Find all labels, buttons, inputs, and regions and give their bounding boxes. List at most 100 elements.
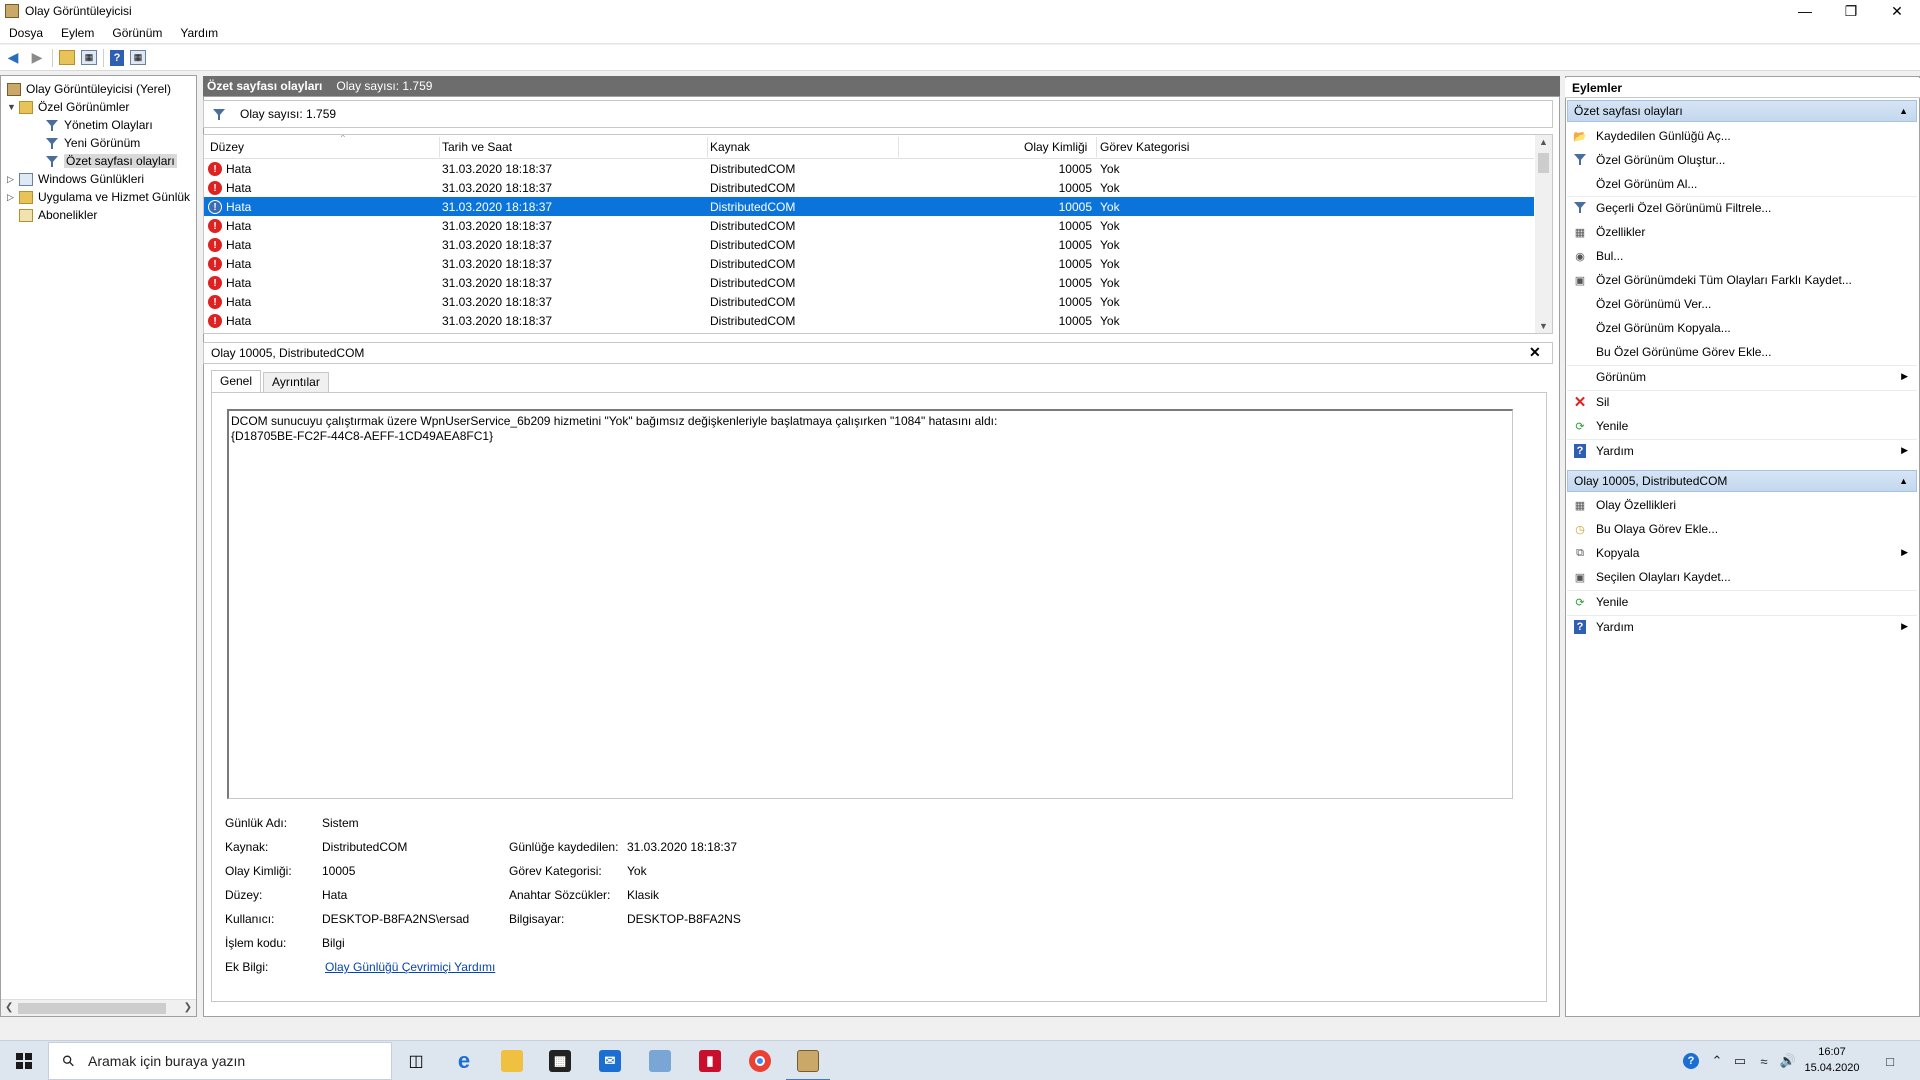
network-app-icon[interactable] <box>636 1041 684 1080</box>
menu-view[interactable]: Görünüm <box>103 26 171 40</box>
scroll-right-arrow-icon[interactable]: ❯ <box>184 1002 192 1013</box>
tab-general[interactable]: Genel <box>211 370 262 392</box>
action-view-submenu[interactable]: Görünüm ▶ <box>1567 366 1917 388</box>
tree-item-root[interactable]: Olay Görüntüleyicisi (Yerel) <box>7 80 171 98</box>
action-save-selected-events[interactable]: ▣ Seçilen Olayları Kaydet... <box>1567 566 1917 588</box>
start-button[interactable] <box>0 1041 48 1080</box>
folder-icon <box>19 100 33 114</box>
chrome-icon[interactable] <box>736 1041 784 1080</box>
table-row[interactable]: ! Hata 31.03.2020 18:18:37 DistributedCOM 10… <box>204 197 1534 216</box>
mail-icon[interactable]: ✉ <box>586 1041 634 1080</box>
horizontal-scrollbar[interactable]: ❮ ❯ <box>1 999 196 1016</box>
restore-button[interactable]: ❐ <box>1828 0 1874 22</box>
actions-section-summary[interactable]: Özet sayfası olayları ▲ <box>1567 100 1917 122</box>
table-row[interactable]: ! Hata 31.03.2020 18:18:37 DistributedCOM 10… <box>204 292 1534 311</box>
collapse-chevron-icon[interactable]: ▼ <box>7 102 17 112</box>
taskbar-search-box[interactable]: ⚲ Aramak için buraya yazın <box>48 1042 392 1080</box>
vertical-scrollbar[interactable]: ▲ ▼ <box>1535 135 1552 333</box>
table-row[interactable]: ! Hata 31.03.2020 18:18:37 DistributedCOM 10… <box>204 235 1534 254</box>
scroll-down-arrow-icon[interactable]: ▼ <box>1539 321 1548 331</box>
action-copy[interactable]: ⧉ Kopyala ▶ <box>1567 542 1917 564</box>
scrollbar-thumb[interactable] <box>1538 153 1549 173</box>
close-button[interactable]: ✕ <box>1874 0 1920 22</box>
column-header-level[interactable]: Düzey <box>210 140 244 154</box>
action-refresh[interactable]: ⟳ Yenile <box>1567 415 1917 437</box>
notifications-icon[interactable]: □ <box>1870 1041 1910 1080</box>
table-row[interactable]: ! Hata 31.03.2020 18:18:37 DistributedCOM 10… <box>204 254 1534 273</box>
show-hide-console-tree-icon[interactable]: ▦ <box>81 50 97 65</box>
minimize-button[interactable]: — <box>1782 0 1828 22</box>
action-refresh-event[interactable]: ⟳ Yenile <box>1567 591 1917 613</box>
tree-item-windows-logs[interactable]: ▷ Windows Günlükleri <box>7 170 144 188</box>
volume-icon[interactable]: 🔊 <box>1776 1041 1800 1080</box>
column-header-source[interactable]: Kaynak <box>710 140 750 154</box>
action-help-event[interactable]: ? Yardım ▶ <box>1567 616 1917 638</box>
actions-section-event[interactable]: Olay 10005, DistributedCOM ▲ <box>1567 470 1917 492</box>
help-tray-icon[interactable]: ? <box>1676 1041 1706 1080</box>
column-header-task-category[interactable]: Görev Kategorisi <box>1100 140 1189 154</box>
action-find[interactable]: ◉ Bul... <box>1567 245 1917 267</box>
search-placeholder: Aramak için buraya yazın <box>88 1053 246 1069</box>
column-header-event-id[interactable]: Olay Kimliği <box>1024 140 1087 154</box>
forward-arrow-icon[interactable]: ▶ <box>28 49 46 67</box>
tree-item-new-view[interactable]: Yeni Görünüm <box>45 134 140 152</box>
table-row[interactable]: ! Hata 31.03.2020 18:18:37 DistributedCOM 10… <box>204 273 1534 292</box>
collapse-caret-icon[interactable]: ▲ <box>1899 476 1908 486</box>
column-separator[interactable] <box>1096 137 1097 157</box>
action-properties[interactable]: ▦ Özellikler <box>1567 221 1917 243</box>
chevron-up-icon[interactable]: ⌃ <box>1706 1041 1728 1080</box>
tree-item-subscriptions[interactable]: Abonelikler <box>19 206 97 224</box>
action-filter-current-view[interactable]: Geçerli Özel Görünümü Filtrele... <box>1567 197 1917 219</box>
event-message-box[interactable]: DCOM sunucuyu çalıştırmak üzere WpnUserS… <box>227 409 1513 799</box>
scrollbar-thumb[interactable] <box>18 1003 166 1014</box>
event-viewer-taskbar-icon[interactable] <box>784 1041 832 1080</box>
action-import-custom-view[interactable]: Özel Görünüm Al... <box>1567 173 1917 195</box>
table-row[interactable]: ! Hata 31.03.2020 18:18:37 DistributedCOM 10… <box>204 178 1534 197</box>
tree-item-admin-events[interactable]: Yönetim Olayları <box>45 116 153 134</box>
field-label-logged: Günlüğe kaydedilen: <box>509 840 619 854</box>
table-row[interactable]: ! Hata 31.03.2020 18:18:37 DistributedCOM 10… <box>204 216 1534 235</box>
scroll-left-arrow-icon[interactable]: ❮ <box>5 1002 13 1013</box>
tab-details[interactable]: Ayrıntılar <box>263 372 329 392</box>
scroll-up-arrow-icon[interactable]: ▲ <box>1539 137 1548 147</box>
action-help[interactable]: ? Yardım ▶ <box>1567 440 1917 462</box>
wifi-icon[interactable]: ≈ <box>1752 1041 1776 1080</box>
column-separator[interactable] <box>707 137 708 157</box>
action-event-properties[interactable]: ▦ Olay Özellikleri <box>1567 494 1917 516</box>
action-delete[interactable]: ✕ Sil <box>1567 391 1917 413</box>
action-create-custom-view[interactable]: Özel Görünüm Oluştur... <box>1567 149 1917 171</box>
red-app-icon[interactable]: ▮ <box>686 1041 734 1080</box>
edge-icon[interactable]: e <box>440 1041 488 1080</box>
tree-item-summary-events[interactable]: Özet sayfası olayları <box>45 152 177 170</box>
expand-chevron-icon[interactable]: ▷ <box>7 174 17 185</box>
action-export-custom-view[interactable]: Özel Görünümü Ver... <box>1567 293 1917 315</box>
column-separator[interactable] <box>439 137 440 157</box>
show-hide-action-pane-icon[interactable]: ▦ <box>130 50 146 65</box>
column-header-date[interactable]: Tarih ve Saat <box>442 140 512 154</box>
more-info-link[interactable]: Olay Günlüğü Çevrimiçi Yardımı <box>325 960 495 974</box>
action-open-saved-log[interactable]: 📂 Kaydedilen Günlüğü Aç... <box>1567 125 1917 147</box>
menu-help[interactable]: Yardım <box>171 26 227 40</box>
back-arrow-icon[interactable]: ◀ <box>4 49 22 67</box>
up-folder-icon[interactable] <box>59 50 75 65</box>
file-explorer-icon[interactable] <box>488 1041 536 1080</box>
menu-action[interactable]: Eylem <box>52 26 103 40</box>
expand-chevron-icon[interactable]: ▷ <box>7 192 17 203</box>
menu-file[interactable]: Dosya <box>0 26 52 40</box>
table-row[interactable]: ! Hata 31.03.2020 18:18:37 DistributedCOM 10… <box>204 311 1534 330</box>
tree-item-app-logs[interactable]: ▷ Uygulama ve Hizmet Günlük <box>7 188 190 206</box>
action-attach-task-to-view[interactable]: Bu Özel Görünüme Görev Ekle... <box>1567 341 1917 363</box>
action-attach-task-to-event[interactable]: ◷ Bu Olaya Görev Ekle... <box>1567 518 1917 540</box>
action-save-all-events[interactable]: ▣ Özel Görünümdeki Tüm Olayları Farklı K… <box>1567 269 1917 291</box>
help-icon[interactable]: ? <box>110 49 124 66</box>
collapse-caret-icon[interactable]: ▲ <box>1899 106 1908 116</box>
tree-item-custom-views[interactable]: ▼ Özel Görünümler <box>7 98 129 116</box>
battery-icon[interactable]: ▭ <box>1728 1041 1752 1080</box>
close-icon[interactable]: ✕ <box>1529 344 1541 361</box>
task-view-icon[interactable]: ◫ <box>392 1041 440 1080</box>
store-icon[interactable]: ▦ <box>536 1041 584 1080</box>
table-row[interactable]: ! Hata 31.03.2020 18:18:37 DistributedCOM 10… <box>204 159 1534 178</box>
taskbar-clock[interactable]: 16:07 15.04.2020 <box>1800 1044 1864 1076</box>
action-copy-custom-view[interactable]: Özel Görünüm Kopyala... <box>1567 317 1917 339</box>
column-separator[interactable] <box>898 137 899 157</box>
